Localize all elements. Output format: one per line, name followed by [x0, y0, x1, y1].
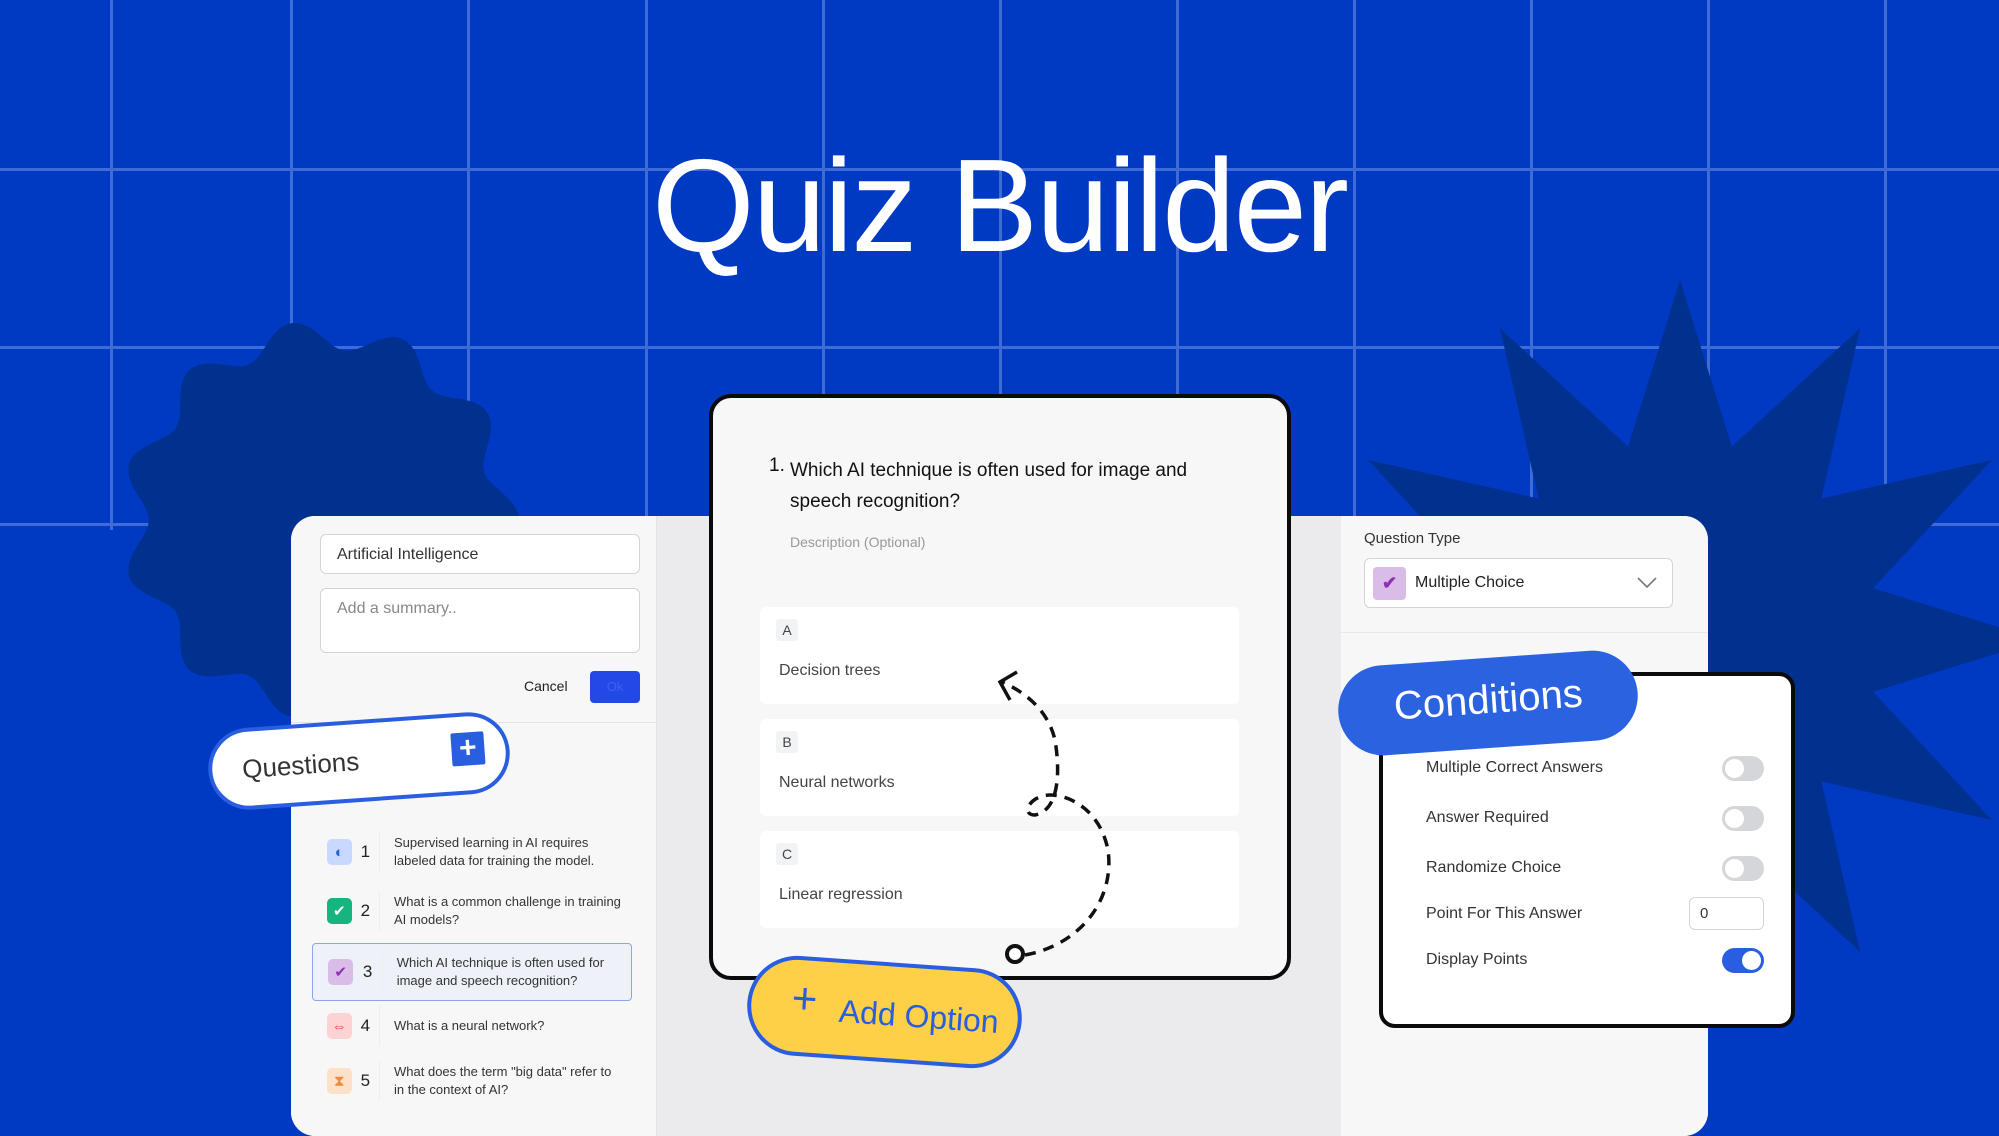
question-list-item[interactable]: ⇔ 4 What is a neural network? — [321, 1000, 621, 1052]
option-letter: B — [776, 731, 798, 753]
question-list-item[interactable]: ◐ 1 Supervised learning in AI requires l… — [321, 826, 621, 878]
plus-icon: + — [457, 730, 478, 765]
condition-label: Multiple Correct Answers — [1426, 759, 1603, 776]
condition-toggle[interactable] — [1722, 948, 1764, 973]
double-check-icon: ✔ — [328, 959, 354, 985]
option-letter: A — [776, 619, 798, 641]
condition-toggle[interactable] — [1722, 806, 1764, 831]
points-input[interactable]: 0 — [1689, 897, 1764, 930]
question-number: 5 — [352, 1061, 381, 1101]
answer-option[interactable]: B Neural networks — [760, 719, 1239, 816]
cancel-button[interactable]: Cancel — [524, 678, 568, 694]
question-number: 4 — [352, 1006, 381, 1046]
question-number: 1. — [769, 455, 785, 476]
quiz-title-input[interactable]: Artificial Intelligence — [320, 534, 640, 574]
question-text: What is a common challenge in training A… — [394, 894, 621, 927]
question-type-dropdown[interactable]: ✔ Multiple Choice — [1364, 558, 1673, 608]
question-number: 1 — [352, 832, 381, 872]
condition-toggle[interactable] — [1722, 756, 1764, 781]
plus-icon: + — [790, 973, 820, 1025]
question-card: 1. Which AI technique is often used for … — [709, 394, 1291, 980]
condition-label: Point For This Answer — [1426, 905, 1583, 922]
add-question-button[interactable]: + — [450, 730, 486, 767]
question-type-label: Question Type — [1364, 530, 1461, 547]
question-text: What is a neural network? — [394, 1018, 545, 1033]
chevron-down-icon — [1637, 577, 1657, 589]
question-text: What does the term "big data" refer to i… — [394, 1064, 612, 1097]
answer-option[interactable]: C Linear regression — [760, 831, 1239, 928]
summary-textarea[interactable]: Add a summary.. — [320, 588, 640, 653]
condition-label: Answer Required — [1426, 809, 1549, 826]
question-list-item[interactable]: ✔ 2 What is a common challenge in traini… — [321, 885, 621, 937]
questions-label: Questions — [241, 746, 361, 785]
description-input[interactable]: Description (Optional) — [790, 534, 925, 550]
option-text[interactable]: Linear regression — [779, 886, 903, 904]
condition-label: Display Points — [1426, 951, 1528, 968]
check-icon: ✔ — [327, 898, 352, 924]
question-text: Which AI technique is often used for ima… — [396, 955, 605, 988]
question-text: Supervised learning in AI requires label… — [394, 835, 595, 868]
quiz-sidebar: Artificial Intelligence Add a summary.. … — [291, 516, 657, 1136]
option-text[interactable]: Neural networks — [779, 774, 895, 792]
half-circle-icon: ◐ — [327, 839, 352, 865]
condition-label: Randomize Choice — [1426, 859, 1562, 876]
add-option-label: Add Option — [837, 992, 1000, 1040]
double-check-icon: ✔ — [1373, 567, 1406, 600]
condition-toggle[interactable] — [1722, 856, 1764, 881]
answer-option[interactable]: A Decision trees — [760, 607, 1239, 704]
question-list-item[interactable]: ✔ 3 Which AI technique is often used for… — [312, 943, 632, 1001]
conditions-label: Conditions — [1392, 671, 1585, 729]
question-list-item[interactable]: ⧗ 5 What does the term "big data" refer … — [321, 1055, 621, 1107]
question-number: 3 — [353, 952, 383, 992]
option-text[interactable]: Decision trees — [779, 662, 880, 680]
question-type-value: Multiple Choice — [1415, 574, 1525, 591]
option-letter: C — [776, 843, 798, 865]
question-text[interactable]: Which AI technique is often used for ima… — [790, 455, 1220, 517]
ok-button[interactable]: Ok — [590, 671, 640, 703]
question-number: 2 — [352, 891, 381, 931]
page-title: Quiz Builder — [652, 132, 1349, 279]
add-option-button[interactable]: + Add Option — [743, 952, 1026, 1072]
text-width-icon: ⇔ — [327, 1013, 352, 1039]
hourglass-icon: ⧗ — [327, 1068, 352, 1094]
divider — [1341, 632, 1708, 633]
